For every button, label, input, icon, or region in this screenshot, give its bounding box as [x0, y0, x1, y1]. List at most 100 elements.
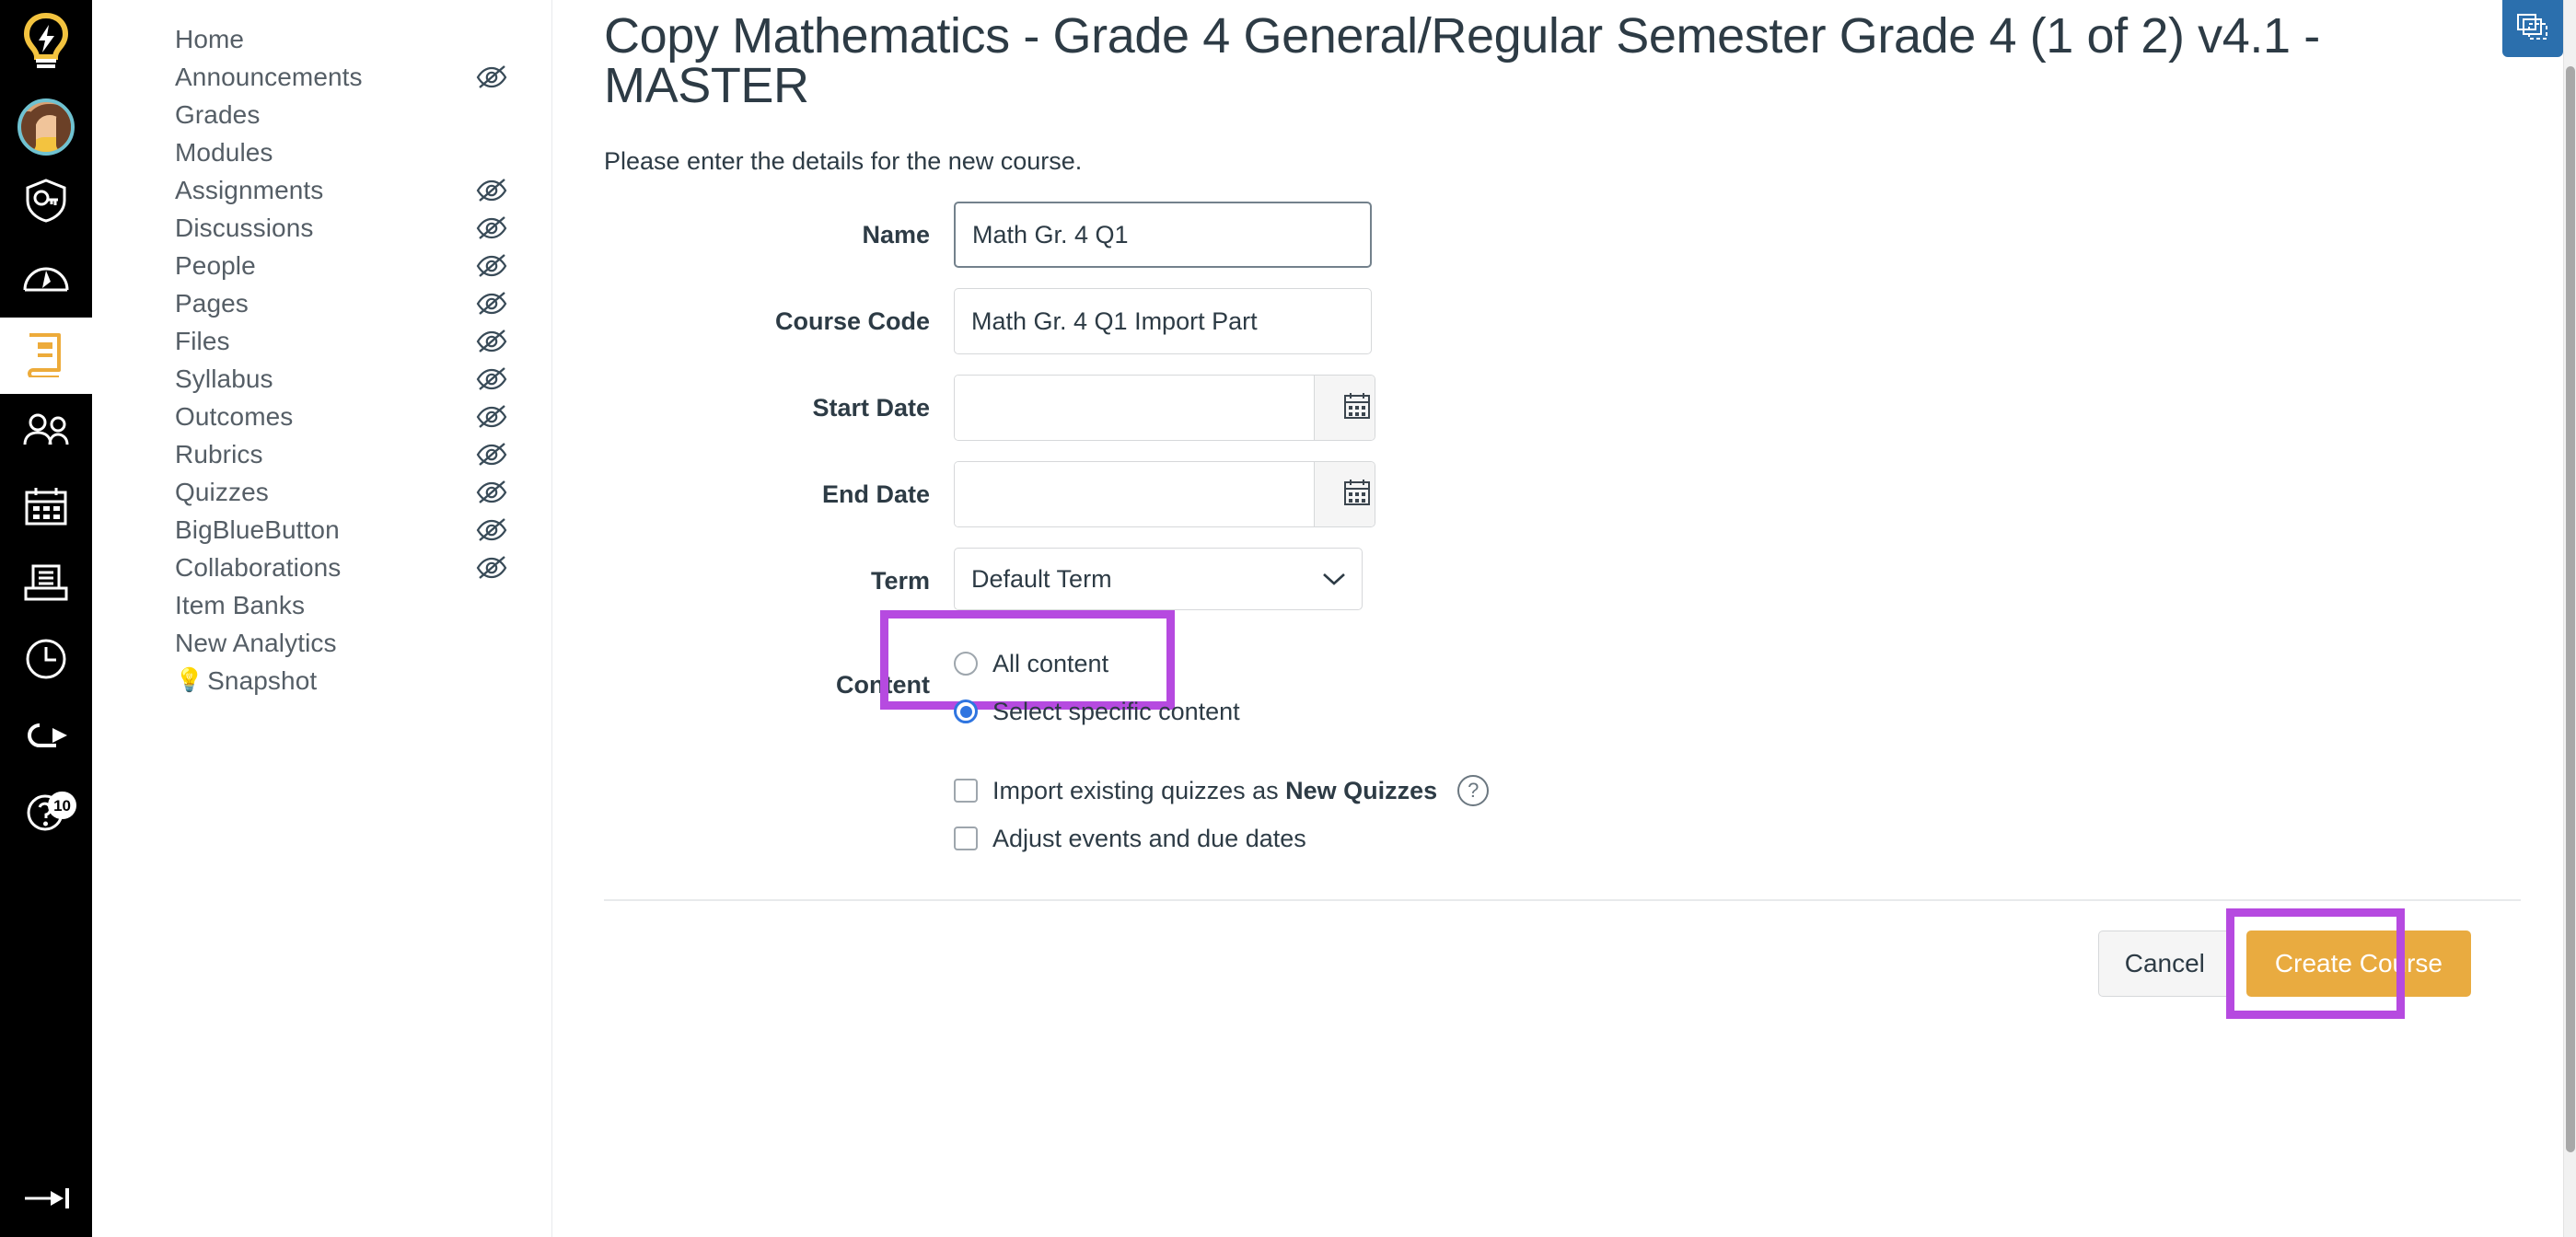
sidebar-item-discussions[interactable]: Discussions	[92, 209, 551, 247]
field-row-content: Content All content Select specific cont…	[604, 634, 2521, 735]
sidebar-item-snapshot[interactable]: 💡Snapshot	[92, 662, 551, 699]
eye-slash-hidden-icon	[476, 443, 507, 467]
sidebar-item-syllabus[interactable]: Syllabus	[92, 360, 551, 398]
global-nav-calendar[interactable]	[0, 470, 92, 547]
sidebar-item-label: Collaborations	[175, 549, 341, 586]
sidebar-item-label: Announcements	[175, 58, 363, 96]
course-code-input[interactable]	[954, 288, 1372, 354]
global-navigation: 10	[0, 0, 92, 1237]
global-nav-collapse-button[interactable]	[0, 1185, 92, 1217]
global-nav-help[interactable]: 10	[0, 776, 92, 852]
sidebar-item-people[interactable]: People	[92, 247, 551, 284]
eye-slash-hidden-icon	[476, 367, 507, 391]
sidebar-item-rubrics[interactable]: Rubrics	[92, 435, 551, 473]
sidebar-item-label: Home	[175, 20, 244, 58]
sidebar-item-pages[interactable]: Pages	[92, 284, 551, 322]
calendar-icon	[1343, 478, 1371, 512]
sidebar-item-label: Files	[175, 322, 230, 360]
checkbox-adjust-dates-label: Adjust events and due dates	[992, 825, 1306, 853]
sidebar-item-new-analytics[interactable]: New Analytics	[92, 624, 551, 662]
field-row-name: Name	[604, 202, 2521, 268]
sidebar-item-label: Modules	[175, 133, 273, 171]
eye-slash-hidden-icon	[476, 480, 507, 504]
main-content: Copy Mathematics - Grade 4 General/Regul…	[552, 0, 2576, 1237]
end-date-picker-button[interactable]	[1314, 462, 1375, 526]
sidebar-item-announcements[interactable]: Announcements	[92, 58, 551, 96]
content-label: Content	[604, 634, 954, 735]
field-row-course-code: Course Code	[604, 288, 2521, 354]
radio-select-specific-label: Select specific content	[992, 698, 1240, 726]
institution-logo[interactable]	[0, 0, 92, 88]
checkbox-adjust-dates[interactable]: Adjust events and due dates	[954, 815, 2521, 862]
sidebar-item-assignments[interactable]: Assignments	[92, 171, 551, 209]
term-label: Term	[604, 548, 954, 614]
create-course-button[interactable]: Create Course	[2246, 931, 2471, 997]
eye-slash-hidden-icon	[476, 518, 507, 542]
inbox-tray-icon	[22, 563, 70, 607]
field-row-start-date: Start Date	[604, 375, 2521, 441]
eye-slash-hidden-icon	[476, 65, 507, 89]
eye-slash-hidden-icon	[476, 556, 507, 580]
checkbox-import-new-quizzes-label: Import existing quizzes as New Quizzes	[992, 777, 1437, 805]
eye-slash-hidden-icon	[476, 179, 507, 202]
start-date-input[interactable]	[955, 376, 1314, 440]
cancel-button[interactable]: Cancel	[2098, 931, 2232, 997]
checkbox-import-new-quizzes[interactable]: Import existing quizzes as New Quizzes ?	[954, 767, 2521, 815]
global-nav-groups[interactable]	[0, 394, 92, 470]
sidebar-item-modules[interactable]: Modules	[92, 133, 551, 171]
sidebar-item-quizzes[interactable]: Quizzes	[92, 473, 551, 511]
create-course-wrapper: Create Course	[2246, 931, 2471, 997]
checkbox-import-new-quizzes-box	[954, 779, 978, 803]
global-nav-history[interactable]	[0, 623, 92, 699]
sidebar-item-item-banks[interactable]: Item Banks	[92, 586, 551, 624]
term-select[interactable]: Default Term	[954, 548, 1363, 610]
sidebar-item-bigbluebutton[interactable]: BigBlueButton	[92, 511, 551, 549]
checkbox-import-prefix: Import existing quizzes as	[992, 777, 1285, 804]
end-date-label: End Date	[604, 461, 954, 527]
global-nav-inbox[interactable]	[0, 547, 92, 623]
question-mark-icon[interactable]: ?	[1457, 775, 1489, 806]
sidebar-item-label: People	[175, 247, 256, 284]
global-nav-courses[interactable]	[0, 318, 92, 394]
app-root: 10 HomeAnnouncementsGradesModulesAssignm…	[0, 0, 2576, 1237]
radio-all-content-indicator	[954, 652, 978, 676]
lightbulb-logo-icon	[20, 13, 72, 76]
radio-all-content[interactable]: All content	[954, 640, 1240, 688]
global-nav-dashboard[interactable]	[0, 241, 92, 318]
global-nav-admin[interactable]	[0, 165, 92, 241]
sidebar-item-outcomes[interactable]: Outcomes	[92, 398, 551, 435]
end-date-input[interactable]	[955, 462, 1314, 526]
vertical-scrollbar[interactable]	[2563, 0, 2576, 1237]
radio-select-specific-content[interactable]: Select specific content	[954, 688, 1240, 735]
help-badge-count: 10	[48, 792, 76, 819]
sidebar-item-label: Grades	[175, 96, 260, 133]
field-row-end-date: End Date	[604, 461, 2521, 527]
global-nav-account[interactable]	[0, 88, 92, 165]
start-date-picker-button[interactable]	[1314, 376, 1375, 440]
sidebar-item-files[interactable]: Files	[92, 322, 551, 360]
sidebar-item-grades[interactable]: Grades	[92, 96, 551, 133]
eye-slash-hidden-icon	[476, 216, 507, 240]
calendar-icon	[1343, 391, 1371, 425]
page-title: Copy Mathematics - Grade 4 General/Regul…	[604, 0, 2491, 110]
sidebar-item-home[interactable]: Home	[92, 20, 551, 58]
sidebar-item-label: Assignments	[175, 171, 323, 209]
course-nav-list: HomeAnnouncementsGradesModulesAssignment…	[92, 20, 551, 699]
global-nav-commons[interactable]	[0, 699, 92, 776]
calendar-icon	[23, 485, 69, 532]
sidebar-item-label: Snapshot	[207, 662, 317, 699]
checkbox-group: Import existing quizzes as New Quizzes ?…	[604, 767, 2521, 862]
scrollbar-thumb[interactable]	[2566, 66, 2575, 1152]
lightbulb-emoji-icon: 💡	[175, 667, 203, 694]
eye-slash-hidden-icon	[476, 292, 507, 316]
sidebar-item-label: Rubrics	[175, 435, 263, 473]
shield-key-icon	[23, 178, 69, 228]
eye-slash-hidden-icon	[476, 329, 507, 353]
sidebar-item-label: Syllabus	[175, 360, 273, 398]
course-code-label: Course Code	[604, 288, 954, 354]
sidebar-item-collaborations[interactable]: Collaborations	[92, 549, 551, 586]
name-input[interactable]	[954, 202, 1372, 268]
people-group-icon	[20, 411, 72, 453]
sidebar-item-label: Pages	[175, 284, 249, 322]
copy-tool-tab-button[interactable]	[2502, 0, 2563, 57]
